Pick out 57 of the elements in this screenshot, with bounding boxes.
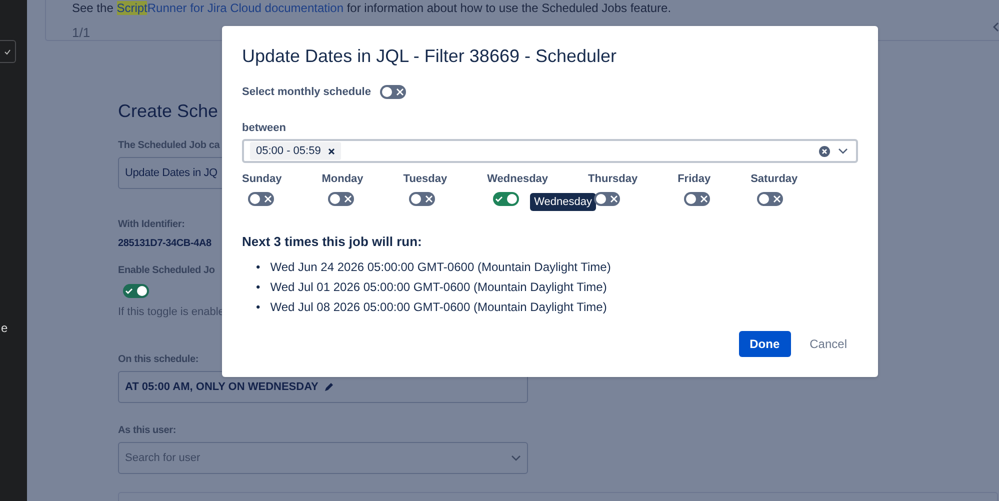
check-icon: [4, 48, 11, 54]
list-bullet: •: [256, 299, 260, 316]
check-icon: [495, 195, 504, 203]
sidebar-text: e: [1, 321, 8, 335]
toggle-switch[interactable]: [594, 192, 620, 206]
time-chip[interactable]: 05:00 - 05:59: [250, 142, 341, 160]
toggle-switch[interactable]: [409, 192, 436, 206]
field-label: With Identifier:: [118, 219, 185, 230]
check-icon: [125, 287, 133, 295]
run-time-item: Wed Jul 08 2026 05:00:00 GMT-0600 (Mountain Daylight Time): [270, 299, 607, 316]
toggle-switch[interactable]: [328, 192, 354, 206]
close-icon: [425, 195, 434, 203]
pencil-icon[interactable]: [324, 382, 334, 392]
time-range-select[interactable]: 05:00 - 05:59: [242, 139, 858, 163]
day-label: Thursday: [588, 173, 638, 185]
tooltip: Wednesday: [530, 193, 596, 211]
sidebar-toggle-button[interactable]: [0, 40, 16, 63]
toggle-switch[interactable]: [684, 192, 710, 206]
toggle-switch[interactable]: [756, 192, 783, 206]
chevron-left-icon[interactable]: [993, 22, 999, 32]
list-bullet: •: [256, 259, 260, 276]
field-label: Enable Scheduled Jo: [118, 265, 215, 276]
done-button[interactable]: Done: [738, 331, 791, 357]
field-label: As this user:: [118, 425, 176, 436]
close-icon: [772, 195, 781, 203]
toggle-switch[interactable]: [123, 284, 149, 298]
toggle-switch[interactable]: [493, 192, 520, 206]
clear-icon[interactable]: [819, 146, 830, 156]
close-icon: [264, 195, 272, 203]
day-label: Sunday: [242, 173, 282, 185]
day-label: Monday: [322, 173, 364, 185]
next-runs-heading: Next 3 times this job will run:: [242, 234, 423, 249]
cancel-button[interactable]: Cancel: [798, 331, 858, 357]
field-label: The Scheduled Job ca: [118, 140, 220, 151]
day-label: Friday: [678, 173, 711, 185]
toggle-switch[interactable]: [380, 85, 406, 99]
close-icon: [396, 88, 404, 96]
close-icon[interactable]: [328, 148, 335, 154]
list-bullet: •: [256, 279, 260, 296]
run-time-item: Wed Jul 01 2026 05:00:00 GMT-0600 (Mountain Daylight Time): [270, 279, 607, 296]
field-label: On this schedule:: [118, 354, 199, 365]
close-icon: [344, 195, 352, 203]
identifier-value: 285131D7-34CB-4A8: [118, 238, 212, 249]
between-label: between: [242, 122, 288, 134]
run-time-item: Wed Jun 24 2026 05:00:00 GMT-0600 (Mountain Daylight Time): [270, 259, 611, 276]
toggle-switch[interactable]: [248, 192, 274, 206]
day-label: Tuesday: [403, 173, 448, 185]
chevron-down-icon[interactable]: [838, 148, 848, 154]
monthly-label: Select monthly schedule: [242, 86, 371, 98]
dialog-title: Update Dates in JQL - Filter 38669 - Scheduler: [242, 46, 618, 67]
user-search-field[interactable]: Search for user: [118, 442, 528, 474]
close-icon: [700, 195, 708, 203]
page-count: 1/1: [72, 25, 90, 40]
close-icon: [610, 195, 618, 203]
day-label: Saturday: [750, 173, 798, 185]
day-label: Wednesday: [487, 173, 548, 185]
page-heading: Create Sche: [118, 101, 218, 122]
